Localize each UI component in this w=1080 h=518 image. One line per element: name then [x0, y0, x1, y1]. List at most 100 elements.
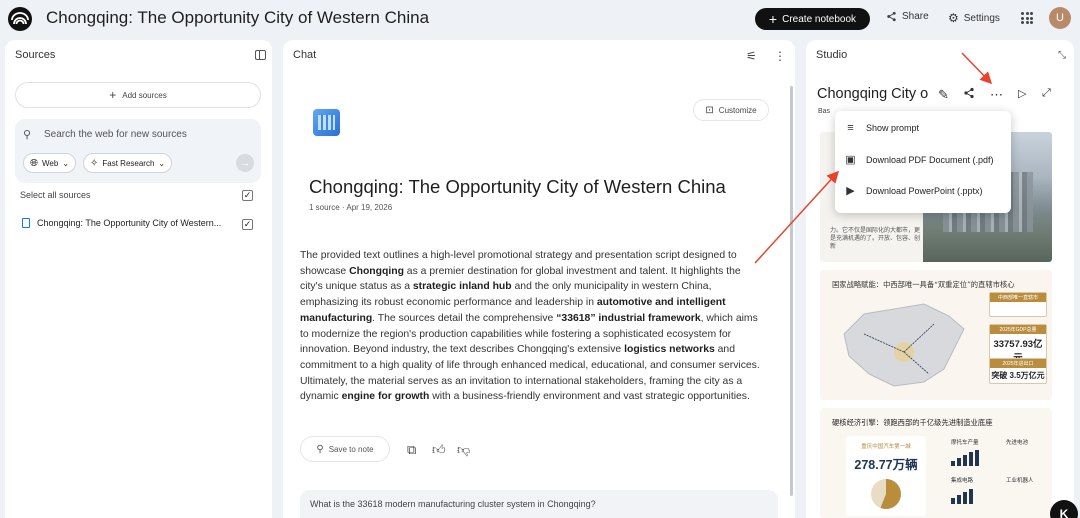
web-search-box: ⚲ Search the web for new sources 🌐︎ Web … [15, 119, 261, 183]
pptx-icon: ▶ [846, 185, 855, 197]
customize-label: Customize [718, 105, 757, 115]
share-icon [887, 11, 896, 22]
sparkle-search-icon: ✧ [90, 157, 99, 169]
add-sources-button[interactable]: + Add sources [15, 82, 261, 108]
artifact-more-menu: ≡ Show prompt ▣ Download PDF Document (.… [835, 111, 1011, 213]
notebook-meta: 1 source · Apr 19, 2026 [309, 203, 393, 212]
stat-card: 中西部唯一直辖市 [989, 292, 1047, 317]
plus-icon: + [768, 11, 778, 27]
share-button[interactable]: Share [886, 11, 929, 22]
share-label: Share [902, 11, 929, 22]
stat-tag: 2025年GDP总量 [990, 325, 1046, 334]
based-on-label: Bas [818, 108, 831, 115]
play-icon[interactable]: ▷ [1018, 87, 1026, 100]
document-icon [22, 218, 30, 228]
notebook-emoji-icon [313, 109, 340, 136]
sources-panel: Sources + Add sources ⚲ Search the web f… [5, 40, 272, 518]
web-source-dropdown[interactable]: 🌐︎ Web ⌄ [23, 153, 77, 173]
mini-label: 集成电路 [951, 478, 974, 484]
chat-panel: Chat ⚟ ⋮ ⊡ Customize Chongqing: The Oppo… [283, 40, 795, 518]
summary-text: . The sources detail the comprehensive [372, 312, 557, 324]
mini-label: 摩托车产量 [951, 440, 979, 446]
apps-grid-icon[interactable] [1021, 12, 1033, 24]
summary-highlight: strategic inland hub [412, 281, 512, 293]
notebooklm-logo[interactable] [8, 7, 32, 31]
artifact-title: Chongqing City o [817, 86, 929, 102]
submit-search-button[interactable]: → [236, 154, 254, 172]
sources-title: Sources [15, 49, 56, 61]
summary-highlight: Chongqing [349, 265, 404, 277]
notebook-heading: Chongqing: The Opportunity City of Weste… [309, 176, 726, 197]
settings-label: Settings [963, 12, 1000, 24]
add-sources-label: Add sources [122, 90, 167, 100]
customize-button[interactable]: ⊡ Customize [693, 99, 769, 121]
prompt-icon: ≡ [847, 122, 854, 134]
pie-graphic [871, 479, 901, 509]
pdf-icon: ▣ [845, 154, 856, 166]
menu-item-label: Download PDF Document (.pdf) [866, 154, 994, 165]
collapse-icon[interactable]: ⤡ [1058, 50, 1066, 61]
share-icon[interactable] [963, 87, 975, 102]
menu-item-download-pptx[interactable]: ▶ Download PowerPoint (.pptx) [844, 184, 982, 197]
menu-item-show-prompt[interactable]: ≡ Show prompt [844, 122, 919, 134]
plus-icon: + [109, 88, 117, 102]
research-mode-dropdown[interactable]: ✧ Fast Research ⌄ [83, 153, 173, 173]
thumbs-down-icon[interactable]: 👎︎ [457, 442, 470, 458]
chat-scrollbar[interactable] [790, 86, 793, 496]
top-bar: Chongqing: The Opportunity City of Weste… [0, 0, 1080, 38]
bar-graphic [951, 450, 979, 466]
chevron-down-icon: ⌄ [158, 158, 166, 168]
mini-label: 工业机器人 [1006, 478, 1034, 484]
slide-heading: 国家战略赋能：中西部唯一具备“双重定位”的直辖市核心 [832, 280, 1015, 289]
slide-heading: 硬核经济引擎：领跑西部的千亿级先进制造业底座 [832, 418, 993, 427]
fullscreen-icon[interactable]: ⤢ [1042, 87, 1051, 100]
save-to-note-label: Save to note [328, 444, 374, 454]
slide-thumbnail[interactable]: 国家战略赋能：中西部唯一具备“双重定位”的直辖市核心 中西部唯一直辖市 2025… [820, 270, 1052, 400]
summary-highlight: engine for growth [341, 391, 430, 403]
tune-icon[interactable]: ⚟ [746, 49, 757, 63]
thumbs-up-icon[interactable]: 👍︎ [432, 442, 446, 458]
settings-button[interactable]: ⚙ Settings [948, 11, 1000, 25]
chevron-down-icon: ⌄ [62, 158, 70, 168]
web-chip-label: Web [42, 158, 59, 168]
select-all-label: Select all sources [20, 190, 91, 200]
create-notebook-label: Create notebook [782, 13, 857, 25]
avatar[interactable]: U [1049, 7, 1071, 29]
more-vert-icon[interactable]: ⋮ [774, 49, 786, 63]
summary-text: with a business-friendly environment and… [429, 391, 750, 403]
mini-label: 先进电池 [1006, 440, 1029, 446]
highlight-card: 重庆中国汽车第一城 278.77万辆 [846, 436, 926, 516]
slide-caption: 力。它不仅是国际化的大都市，更是充满机遇的了。开放、包容、创新 [830, 228, 921, 250]
chat-title: Chat [293, 49, 317, 61]
customize-icon: ⊡ [705, 104, 714, 116]
search-input[interactable]: Search the web for new sources [44, 129, 187, 140]
china-map-graphic [843, 303, 965, 387]
gear-icon: ⚙ [948, 11, 959, 25]
copy-icon[interactable]: ⧉ [407, 442, 416, 458]
source-checkbox[interactable]: ✓ [242, 219, 253, 230]
edit-pencil-icon[interactable]: ✎ [938, 87, 949, 103]
collapse-panel-icon[interactable] [255, 50, 266, 60]
studio-title: Studio [816, 49, 848, 61]
more-horiz-icon[interactable]: ⋯ [990, 87, 1003, 103]
stat-tag: 中西部唯一直辖市 [990, 293, 1046, 302]
slide-thumbnail[interactable]: 硬核经济引擎：领跑西部的千亿级先进制造业底座 重庆中国汽车第一城 278.77万… [820, 408, 1052, 518]
source-item-label: Chongqing: The Opportunity City of Weste… [37, 218, 222, 228]
highlight-label: 重庆中国汽车第一城 [861, 444, 911, 450]
notebook-summary: The provided text outlines a high-level … [300, 248, 762, 405]
stat-card: 2025年进出口 突破 3.5万亿元 [989, 358, 1047, 384]
stat-tag: 2025年进出口 [990, 359, 1046, 368]
pin-icon: ⚲ [316, 443, 324, 455]
menu-item-download-pdf[interactable]: ▣ Download PDF Document (.pdf) [844, 153, 994, 166]
research-chip-label: Fast Research [102, 158, 155, 168]
save-to-note-button[interactable]: ⚲ Save to note [300, 436, 390, 462]
create-notebook-button[interactable]: + Create notebook [755, 8, 870, 30]
arrow-right-icon: → [239, 157, 251, 169]
stat-value: 突破 3.5万亿元 [991, 371, 1045, 380]
notebook-title[interactable]: Chongqing: The Opportunity City of Weste… [46, 8, 429, 28]
stat-value [990, 302, 1046, 316]
source-item[interactable]: Chongqing: The Opportunity City of Weste… [22, 218, 221, 228]
select-all-checkbox[interactable]: ✓ [242, 190, 253, 201]
suggested-question[interactable]: What is the 33618 modern manufacturing c… [300, 490, 778, 518]
globe-icon: 🌐︎ [30, 157, 38, 169]
